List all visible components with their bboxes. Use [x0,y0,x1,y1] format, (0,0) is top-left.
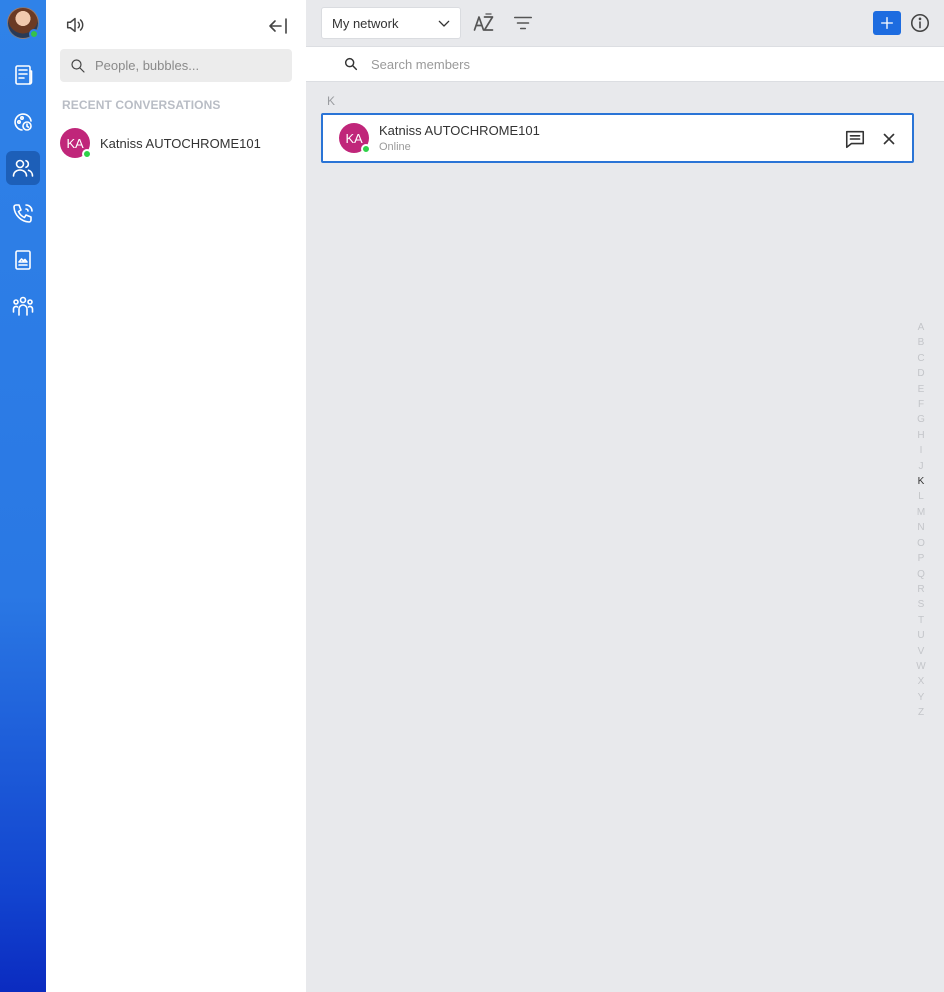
member-info: Katniss AUTOCHROME101 Online [379,123,540,153]
filter-icon [513,16,533,30]
alphabet-letter-o[interactable]: O [917,536,925,551]
alphabet-letter-z[interactable]: Z [918,705,924,720]
alphabet-letter-t[interactable]: T [918,613,924,628]
files-nav-button[interactable] [6,243,40,277]
alphabet-letter-y[interactable]: Y [918,690,925,705]
alphabet-letter-q[interactable]: Q [917,567,925,582]
alphabet-letter-x[interactable]: X [918,674,925,689]
alphabet-letter-n[interactable]: N [917,520,924,535]
status-icon [14,113,32,131]
alphabet-letter-b[interactable]: B [918,335,925,350]
collapse-panel-button[interactable] [266,14,290,38]
alphabet-letter-d[interactable]: D [917,366,924,381]
calls-icon [13,204,33,223]
member-status: Online [379,141,411,153]
member-search-input[interactable] [371,56,871,72]
add-icon [881,17,893,29]
files-icon [15,250,31,270]
bubbles-nav-button[interactable] [6,289,40,323]
conversation-item[interactable]: KA Katniss AUTOCHROME101 [60,127,300,159]
start-chat-button[interactable] [844,128,866,150]
info-button[interactable] [909,12,931,34]
collapse-left-icon [269,18,287,34]
user-avatar[interactable] [7,7,39,39]
app-rail [0,0,46,992]
alphabet-letter-f[interactable]: F [918,397,924,412]
contacts-nav-button[interactable] [6,151,40,185]
alphabet-letter-w[interactable]: W [916,659,925,674]
alphabet-letter-c[interactable]: C [917,351,924,366]
remove-member-button[interactable] [880,130,898,148]
conversations-search-input[interactable] [95,58,285,73]
alphabet-letter-g[interactable]: G [917,412,925,427]
member-actions [844,128,898,150]
alphabet-letter-v[interactable]: V [918,644,925,659]
search-icon [71,58,85,73]
conversation-avatar: KA [60,128,92,159]
sound-toggle-button[interactable] [64,14,86,36]
alphabet-letter-r[interactable]: R [917,582,924,597]
alphabet-index: ABCDEFGHIJKLMNOPQRSTUVWXYZ [915,320,927,721]
conversations-search[interactable] [60,49,292,82]
group-letter-header: K [327,94,336,108]
alphabet-letter-l[interactable]: L [918,489,924,504]
alphabet-letter-j[interactable]: J [919,459,924,474]
calls-nav-button[interactable] [6,197,40,231]
bubbles-icon [12,296,34,316]
alphabet-letter-a[interactable]: A [918,320,925,335]
online-status-dot [361,144,371,154]
alphabet-letter-m[interactable]: M [917,505,925,520]
close-icon [883,133,895,145]
alphabet-letter-p[interactable]: P [918,551,925,566]
online-status-dot [82,149,92,159]
info-icon [910,13,930,33]
member-search-bar[interactable] [306,46,944,82]
chat-icon [845,130,865,149]
news-icon [15,65,33,85]
member-name: Katniss AUTOCHROME101 [379,123,540,138]
alphabet-letter-s[interactable]: S [918,597,925,612]
news-nav-button[interactable] [6,58,40,92]
avatar-initials: KA [345,130,363,146]
network-filter-select[interactable]: My network [321,7,461,39]
alphabet-letter-e[interactable]: E [918,382,925,397]
search-icon [344,57,358,71]
alphabet-letter-k[interactable]: K [918,474,925,489]
member-card[interactable]: KA Katniss AUTOCHROME101 Online [321,113,914,163]
conversation-name: Katniss AUTOCHROME101 [100,135,261,151]
alphabet-letter-i[interactable]: I [920,443,923,458]
chevron-down-icon [438,20,450,27]
avatar-initials: KA [66,135,84,151]
status-nav-button[interactable] [6,105,40,139]
recent-conversations-title: RECENT CONVERSATIONS [62,98,221,112]
speaker-icon [66,17,84,33]
filter-button[interactable] [512,12,534,34]
conversations-header [64,14,288,38]
member-avatar: KA [339,123,371,154]
alphabet-letter-u[interactable]: U [917,628,924,643]
network-filter-value: My network [332,15,399,31]
members-main: My network K KA Katniss AUTOCHROME101 On… [306,0,944,992]
alphabet-letter-h[interactable]: H [917,428,924,443]
conversations-panel: RECENT CONVERSATIONS KA Katniss AUTOCHRO… [46,0,306,992]
add-button[interactable] [873,11,901,35]
sort-az-button[interactable] [472,12,496,34]
contacts-icon [12,159,34,177]
sort-az-icon [473,13,494,31]
members-toolbar: My network [306,0,944,46]
presence-dot [29,29,39,39]
